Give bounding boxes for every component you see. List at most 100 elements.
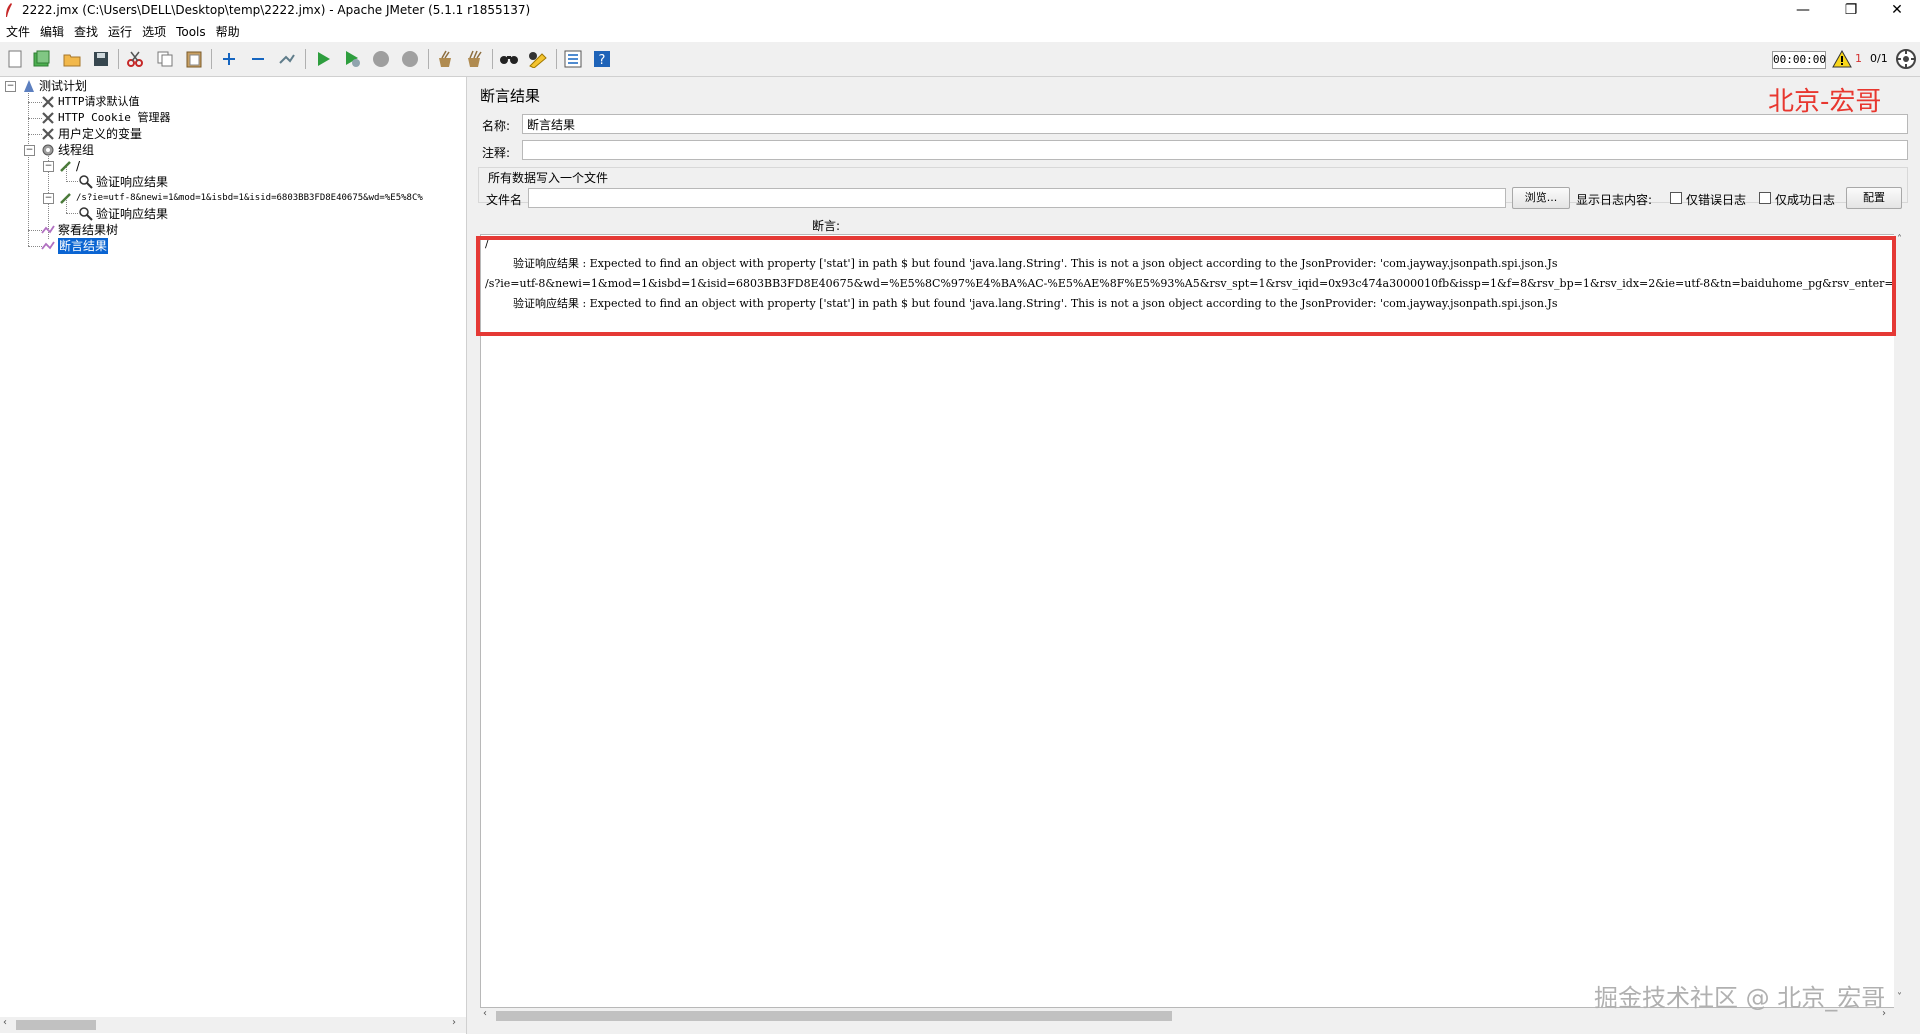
tree-item-thread-group[interactable]: 线程组	[41, 142, 94, 158]
menu-run[interactable]: 运行	[108, 22, 132, 42]
title-bar: 2222.jmx (C:\Users\DELL\Desktop\temp\222…	[0, 0, 1920, 22]
wrench-icon	[41, 95, 55, 109]
tree-item-label: HTTP Cookie 管理器	[58, 111, 171, 124]
errors-only-checkbox[interactable]	[1670, 192, 1682, 204]
errors-only-label: 仅错误日志	[1686, 193, 1747, 207]
clear-icon[interactable]	[435, 49, 455, 69]
results-vertical-scrollbar[interactable]: ˄ ˅	[1894, 234, 1910, 1008]
menu-help[interactable]: 帮助	[216, 22, 240, 42]
jmeter-feather-icon	[6, 3, 12, 17]
highlight-box	[476, 236, 1896, 336]
menu-tools[interactable]: Tools	[176, 22, 206, 42]
tree-item-assertion[interactable]: 验证响应结果	[79, 206, 168, 222]
tree-item-view-results-tree[interactable]: 察看结果树	[41, 222, 118, 238]
copy-icon[interactable]	[155, 49, 175, 69]
watermark-top: 北京-宏哥	[1768, 87, 1882, 117]
shutdown-icon[interactable]	[400, 49, 420, 69]
menu-edit[interactable]: 编辑	[40, 22, 64, 42]
cut-icon[interactable]	[125, 49, 145, 69]
reset-search-icon[interactable]	[528, 49, 548, 69]
configure-button[interactable]: 配置	[1846, 187, 1902, 209]
tree-item-test-plan[interactable]: 测试计划	[22, 78, 87, 94]
start-no-pause-icon[interactable]	[342, 49, 362, 69]
pipette-icon	[59, 191, 73, 205]
scroll-left-arrow-icon[interactable]: ‹	[3, 1017, 7, 1028]
tree-item-label: 线程组	[58, 143, 95, 157]
scroll-thumb[interactable]	[496, 1011, 1172, 1021]
graph-icon	[41, 223, 55, 237]
remote-status-icon	[1896, 49, 1916, 69]
scroll-left-arrow-icon[interactable]: ‹	[483, 1008, 487, 1019]
filename-input[interactable]	[528, 188, 1506, 208]
browse-button[interactable]: 浏览...	[1512, 187, 1570, 209]
assertion-header: 断言:	[812, 219, 841, 233]
help-icon[interactable]: ?	[592, 49, 612, 69]
tree-item-assertion[interactable]: 验证响应结果	[79, 174, 168, 190]
minimize-button[interactable]: —	[1780, 0, 1826, 22]
templates-icon[interactable]	[32, 49, 52, 69]
search-icon[interactable]	[499, 49, 519, 69]
pipette-icon	[59, 159, 73, 173]
restore-button[interactable]: ❐	[1828, 0, 1874, 22]
tree-horizontal-scrollbar[interactable]: ‹ ›	[0, 1017, 466, 1033]
clear-all-icon[interactable]	[464, 49, 484, 69]
warning-icon[interactable]	[1832, 49, 1852, 68]
menu-file[interactable]: 文件	[6, 22, 30, 42]
tree-item-label-selected: 断言结果	[58, 238, 109, 254]
tree-item-http-defaults[interactable]: HTTP请求默认值	[41, 94, 140, 110]
scroll-down-arrow-icon[interactable]: ˅	[1897, 992, 1902, 1003]
tree-item-sampler-root[interactable]: /	[59, 158, 80, 174]
menu-options[interactable]: 选项	[142, 22, 166, 42]
assertion-results-panel: 断言结果 北京-宏哥 名称: 断言结果 注释: 所有数据写入一个文件 文件名 浏…	[472, 77, 1920, 1034]
watermark-bottom: 掘金技术社区 @ 北京_宏哥	[1594, 984, 1886, 1012]
toolbar: ? 00:00:00 1 0/1	[0, 42, 1920, 77]
success-only-checkbox[interactable]	[1759, 192, 1771, 204]
tree-item-label: 验证响应结果	[96, 207, 169, 221]
close-button[interactable]: ✕	[1874, 0, 1920, 22]
gear-icon	[41, 143, 55, 157]
tree-item-label: HTTP请求默认值	[58, 95, 140, 108]
wrench-icon	[41, 111, 55, 125]
assertion-results-textarea[interactable]: / 验证响应结果 : Expected to find an object wi…	[480, 234, 1910, 1008]
name-label: 名称:	[482, 119, 511, 133]
scroll-right-arrow-icon[interactable]: ›	[452, 1017, 456, 1028]
panel-title: 断言结果	[480, 87, 541, 105]
warning-count: 1	[1855, 52, 1862, 65]
tree-collapse-toggle[interactable]: −	[24, 145, 35, 156]
test-plan-tree: − − − − 测试计划 HTTP请求默认值 HTTP Cookie 管理器 用…	[0, 77, 467, 1034]
filename-label: 文件名	[486, 193, 523, 207]
new-icon[interactable]	[5, 49, 25, 69]
tree-collapse-toggle[interactable]: −	[43, 161, 54, 172]
tree-item-cookie-manager[interactable]: HTTP Cookie 管理器	[41, 110, 170, 126]
paste-icon[interactable]	[184, 49, 204, 69]
comment-field[interactable]	[522, 140, 1908, 160]
toggle-icon[interactable]	[277, 49, 297, 69]
scroll-thumb[interactable]	[16, 1020, 96, 1030]
save-icon[interactable]	[91, 49, 111, 69]
menu-search[interactable]: 查找	[74, 22, 98, 42]
window-title: 2222.jmx (C:\Users\DELL\Desktop\temp\222…	[22, 3, 531, 17]
tree-item-label: 察看结果树	[58, 223, 119, 237]
comment-label: 注释:	[482, 146, 511, 160]
tree-item-user-variables[interactable]: 用户定义的变量	[41, 126, 142, 142]
tree-item-sampler-search[interactable]: /s?ie=utf-8&newi=1&mod=1&isbd=1&isid=680…	[59, 190, 463, 206]
tree-collapse-toggle[interactable]: −	[43, 193, 54, 204]
svg-text:?: ?	[599, 53, 606, 68]
function-helper-icon[interactable]	[563, 49, 583, 69]
name-field[interactable]: 断言结果	[522, 114, 1908, 134]
wrench-icon	[41, 127, 55, 141]
tree-collapse-toggle[interactable]: −	[5, 81, 16, 92]
test-plan-icon	[22, 79, 36, 93]
start-icon[interactable]	[313, 49, 333, 69]
tree-item-label: /	[76, 159, 81, 173]
tree-item-assertion-results[interactable]: 断言结果	[41, 238, 109, 254]
open-icon[interactable]	[62, 49, 82, 69]
file-group-label: 所有数据写入一个文件	[488, 171, 609, 185]
log-content-label: 显示日志内容:	[1576, 193, 1653, 207]
expand-icon[interactable]	[219, 49, 239, 69]
tree-item-label: 用户定义的变量	[58, 127, 143, 141]
scroll-up-arrow-icon[interactable]: ˄	[1897, 234, 1902, 245]
menu-bar: 文件 编辑 查找 运行 选项 Tools 帮助	[0, 22, 1920, 42]
stop-icon[interactable]	[371, 49, 391, 69]
collapse-icon[interactable]	[248, 49, 268, 69]
